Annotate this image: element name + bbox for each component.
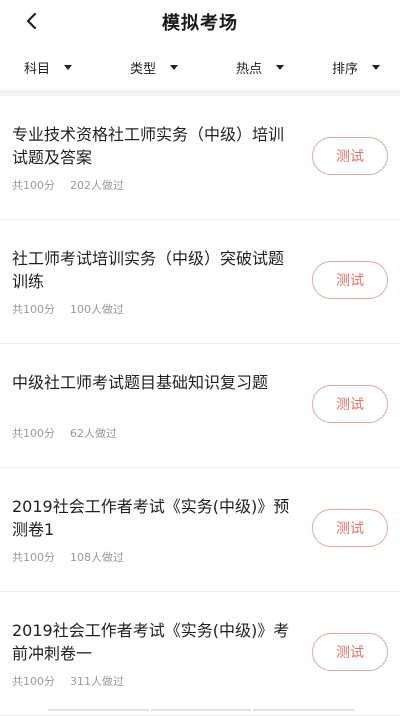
list-item[interactable]: 社工师考试培训实务（中级）突破试题训练 共100分 100人做过 测试	[0, 220, 400, 344]
item-title: 专业技术资格社工师实务（中级）培训试题及答案	[12, 123, 294, 169]
item-meta: 共100分 62人做过	[12, 425, 117, 441]
caret-down-icon	[276, 65, 284, 70]
item-meta: 共100分 100人做过	[12, 301, 124, 317]
exam-list: 专业技术资格社工师实务（中级）培训试题及答案 共100分 202人做过 测试 社…	[0, 96, 400, 716]
list-item[interactable]: 2019社会工作者考试《实务(中级)》预测卷1 共100分 108人做过 测试	[0, 468, 400, 592]
item-taken-count: 202人做过	[70, 177, 124, 193]
item-taken-count: 311人做过	[70, 673, 124, 689]
caret-down-icon	[372, 65, 380, 70]
item-total-score: 共100分	[12, 425, 55, 441]
item-total-score: 共100分	[12, 177, 55, 193]
test-button[interactable]: 测试	[312, 633, 388, 671]
test-button[interactable]: 测试	[312, 385, 388, 423]
item-total-score: 共100分	[12, 673, 55, 689]
item-total-score: 共100分	[12, 549, 55, 565]
filter-bar: 科目 类型 热点 排序	[0, 50, 400, 84]
item-meta: 共100分 311人做过	[12, 673, 124, 689]
header: 模拟考场	[0, 0, 400, 42]
filter-label: 类型	[130, 58, 156, 77]
filter-label: 科目	[24, 58, 50, 77]
item-title: 中级社工师考试题目基础知识复习题	[12, 371, 294, 394]
list-item[interactable]: 2019社会工作者考试《实务(中级)》考前冲刺卷一 共100分 311人做过 测…	[0, 592, 400, 716]
item-title: 社工师考试培训实务（中级）突破试题训练	[12, 247, 294, 293]
item-meta: 共100分 202人做过	[12, 177, 124, 193]
list-item[interactable]: 中级社工师考试题目基础知识复习题 共100分 62人做过 测试	[0, 344, 400, 468]
caret-down-icon	[64, 65, 72, 70]
list-item[interactable]: 专业技术资格社工师实务（中级）培训试题及答案 共100分 202人做过 测试	[0, 96, 400, 220]
item-title: 2019社会工作者考试《实务(中级)》考前冲刺卷一	[12, 619, 294, 665]
test-button[interactable]: 测试	[312, 137, 388, 175]
item-total-score: 共100分	[12, 301, 55, 317]
filter-sort[interactable]: 排序	[332, 50, 380, 84]
item-taken-count: 62人做过	[70, 425, 117, 441]
test-button[interactable]: 测试	[312, 261, 388, 299]
filter-type[interactable]: 类型	[130, 50, 178, 84]
item-meta: 共100分 108人做过	[12, 549, 124, 565]
test-button[interactable]: 测试	[312, 509, 388, 547]
filter-subject[interactable]: 科目	[24, 50, 72, 84]
item-taken-count: 108人做过	[70, 549, 124, 565]
caret-down-icon	[170, 65, 178, 70]
filter-hot[interactable]: 热点	[236, 50, 284, 84]
filter-label: 排序	[332, 58, 358, 77]
filter-label: 热点	[236, 58, 262, 77]
item-title: 2019社会工作者考试《实务(中级)》预测卷1	[12, 495, 294, 541]
item-taken-count: 100人做过	[70, 301, 124, 317]
page-title: 模拟考场	[0, 9, 400, 35]
